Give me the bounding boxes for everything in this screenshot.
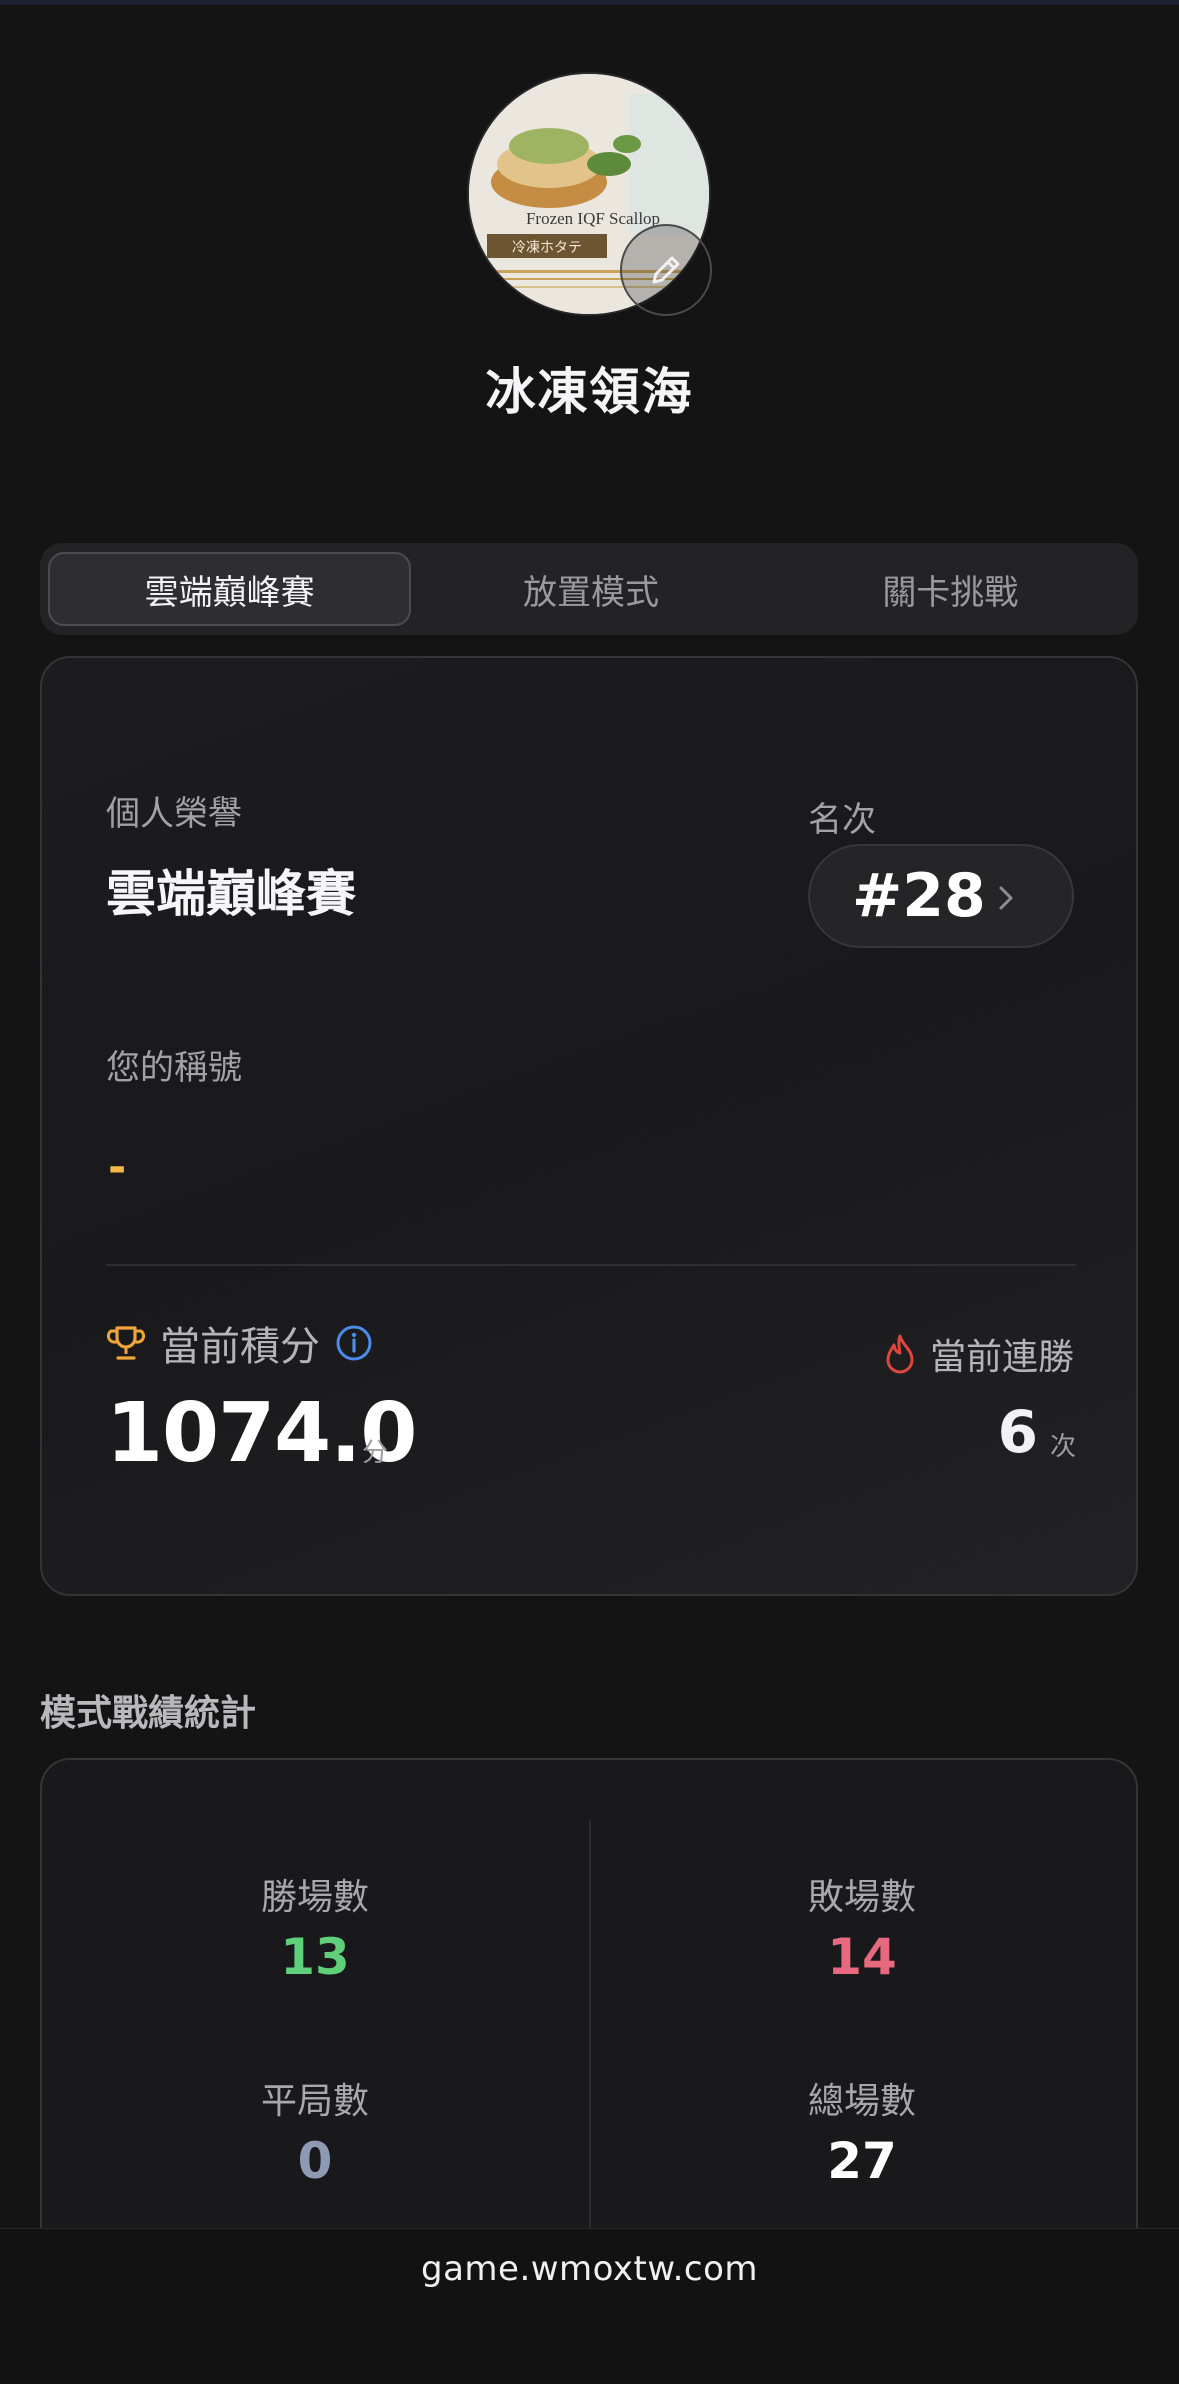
draws-label: 平局數 — [260, 2081, 369, 2122]
stat-total: 總場數 27 — [682, 2072, 1042, 2190]
mode-tabs: 雲端巔峰賽 放置模式 關卡挑戰 — [40, 543, 1138, 635]
tab-stage-challenge[interactable]: 關卡挑戰 — [771, 552, 1130, 626]
stat-draws: 平局數 0 — [135, 2072, 495, 2190]
stat-losses: 敗場數 14 — [682, 1868, 1042, 1986]
streak-label-row: 當前連勝 — [882, 1328, 1074, 1380]
status-edge — [0, 0, 1179, 5]
total-value: 27 — [827, 2132, 897, 2190]
tab-idle-mode[interactable]: 放置模式 — [411, 552, 770, 626]
profile-page: Frozen IQF Scallop 冷凍ホタテ 冰凍領海 雲端巔峰賽 放置模式… — [0, 0, 1179, 2384]
username: 冰凍領海 — [485, 363, 694, 421]
rank-value: #28 — [852, 861, 986, 931]
honor-section-label: 個人榮譽 — [106, 794, 242, 834]
nickname-label: 您的稱號 — [106, 1048, 242, 1088]
stats-heading: 模式戰績統計 — [40, 1693, 257, 1734]
losses-label: 敗場數 — [807, 1877, 916, 1918]
pencil-icon — [652, 256, 680, 284]
avatar-container: Frozen IQF Scallop 冷凍ホタテ — [467, 72, 712, 316]
rank-label: 名次 — [808, 800, 876, 840]
flame-icon — [886, 1334, 914, 1374]
tab-cloud-peak[interactable]: 雲端巔峰賽 — [48, 552, 412, 626]
browser-url-bar[interactable]: game.wmoxtw.com — [0, 2228, 1179, 2384]
info-icon[interactable] — [334, 1323, 374, 1363]
rank-button[interactable]: #28 — [808, 844, 1074, 948]
svg-text:Frozen IQF Scallop: Frozen IQF Scallop — [526, 209, 660, 228]
honor-title: 雲端巔峰賽 — [106, 865, 356, 923]
wins-value: 13 — [280, 1928, 350, 1986]
streak-label: 當前連勝 — [929, 1337, 1074, 1378]
total-label: 總場數 — [807, 2081, 916, 2122]
stat-wins: 勝場數 13 — [135, 1868, 495, 1986]
chevron-right-icon — [999, 886, 1013, 910]
divider — [106, 1264, 1076, 1266]
edit-avatar-button[interactable] — [620, 224, 712, 316]
trophy-icon — [106, 1326, 146, 1360]
wins-label: 勝場數 — [260, 1877, 369, 1918]
svg-text:冷凍ホタテ: 冷凍ホタテ — [512, 240, 582, 256]
score-unit: 分 — [362, 1438, 389, 1468]
draws-value: 0 — [297, 2132, 333, 2190]
losses-value: 14 — [827, 1928, 897, 1986]
url-text: game.wmoxtw.com — [420, 2249, 758, 2289]
score-label-row: 當前積分 — [106, 1314, 374, 1372]
score-label: 當前積分 — [160, 1324, 320, 1370]
streak-value: 6 — [997, 1398, 1038, 1466]
honor-card: 個人榮譽 雲端巔峰賽 名次 #28 您的稱號 - 當前積分 1074.0 分 當… — [40, 656, 1138, 1596]
nickname-value: - — [108, 1142, 127, 1193]
streak-unit: 次 — [1049, 1432, 1076, 1462]
